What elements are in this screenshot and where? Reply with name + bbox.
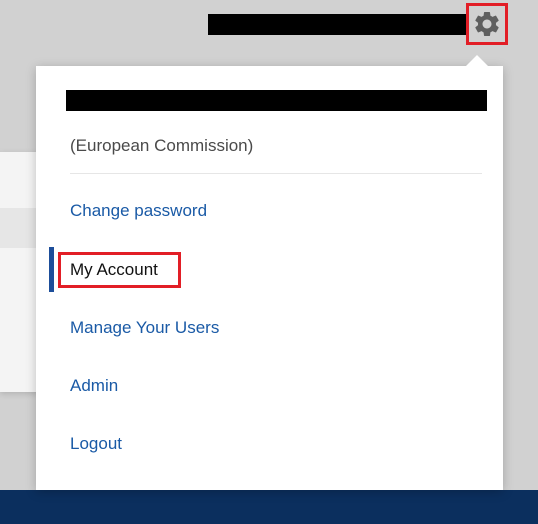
user-organisation: (European Commission) (70, 136, 254, 155)
menu-item-manage-your-users[interactable]: Manage Your Users (70, 318, 219, 338)
user-menu-dropdown: (European Commission) Change password My… (36, 55, 503, 490)
active-item-indicator (49, 247, 54, 292)
footer-bar (0, 490, 538, 524)
menu-item-change-password[interactable]: Change password (70, 201, 207, 221)
menu-divider (70, 173, 482, 174)
menu-item-admin[interactable]: Admin (70, 376, 118, 396)
dropdown-caret (465, 55, 489, 67)
settings-button[interactable] (466, 3, 508, 45)
gear-icon (475, 11, 499, 36)
username-redacted (208, 14, 466, 35)
user-name-redacted (66, 90, 487, 111)
menu-item-logout[interactable]: Logout (70, 434, 122, 454)
menu-item-my-account[interactable]: My Account (70, 260, 158, 280)
